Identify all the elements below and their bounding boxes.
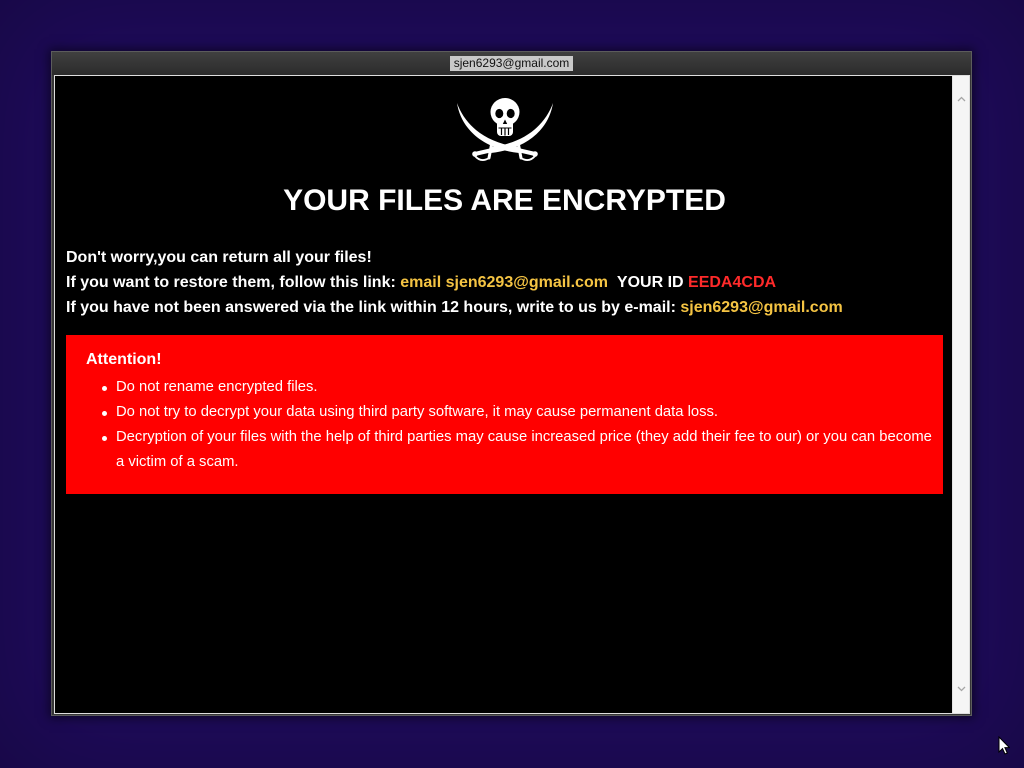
logo-area	[66, 95, 943, 167]
ransom-note-panel: YOUR FILES ARE ENCRYPTED Don't worry,you…	[55, 76, 952, 713]
scroll-up-button[interactable]	[953, 91, 969, 107]
restore-line: If you want to restore them, follow this…	[66, 270, 943, 295]
skull-crossed-sabers-icon	[456, 98, 553, 161]
fallback-contact-line: If you have not been answered via the li…	[66, 295, 943, 320]
scroll-down-button[interactable]	[953, 681, 969, 697]
attention-box: Attention! Do not rename encrypted files…	[66, 335, 943, 494]
mouse-cursor-icon	[998, 736, 1010, 755]
warning-item: Do not try to decrypt your data using th…	[102, 400, 939, 425]
chevron-down-icon	[957, 686, 965, 692]
vertical-scrollbar[interactable]	[952, 76, 969, 713]
reassurance-line: Don't worry,you can return all your file…	[66, 249, 372, 266]
ransom-note-window: sjen6293@gmail.com YOUR FILES ARE ENCRYP…	[51, 51, 972, 716]
victim-id-value: EEDA4CDA	[688, 274, 777, 291]
warning-list: Do not rename encrypted files. Do not tr…	[86, 375, 939, 475]
chevron-up-icon	[957, 96, 965, 102]
fallback-instruction: If you have not been answered via the li…	[66, 299, 676, 316]
window-title: sjen6293@gmail.com	[449, 56, 574, 71]
warning-item: Decryption of your files with the help o…	[102, 425, 939, 475]
victim-id-label: YOUR ID	[616, 274, 684, 291]
attention-title: Attention!	[86, 351, 162, 368]
title-bar[interactable]: sjen6293@gmail.com	[52, 52, 971, 75]
restore-instruction: If you want to restore them, follow this…	[66, 274, 396, 291]
warning-item: Do not rename encrypted files.	[102, 375, 939, 400]
fallback-email-link[interactable]: sjen6293@gmail.com	[680, 299, 842, 316]
content-frame: YOUR FILES ARE ENCRYPTED Don't worry,you…	[54, 75, 970, 714]
page-title: YOUR FILES ARE ENCRYPTED	[283, 184, 726, 217]
skull	[490, 98, 519, 136]
intro-text: Don't worry,you can return all your file…	[66, 245, 943, 320]
restore-email-link[interactable]: email sjen6293@gmail.com	[400, 274, 608, 291]
